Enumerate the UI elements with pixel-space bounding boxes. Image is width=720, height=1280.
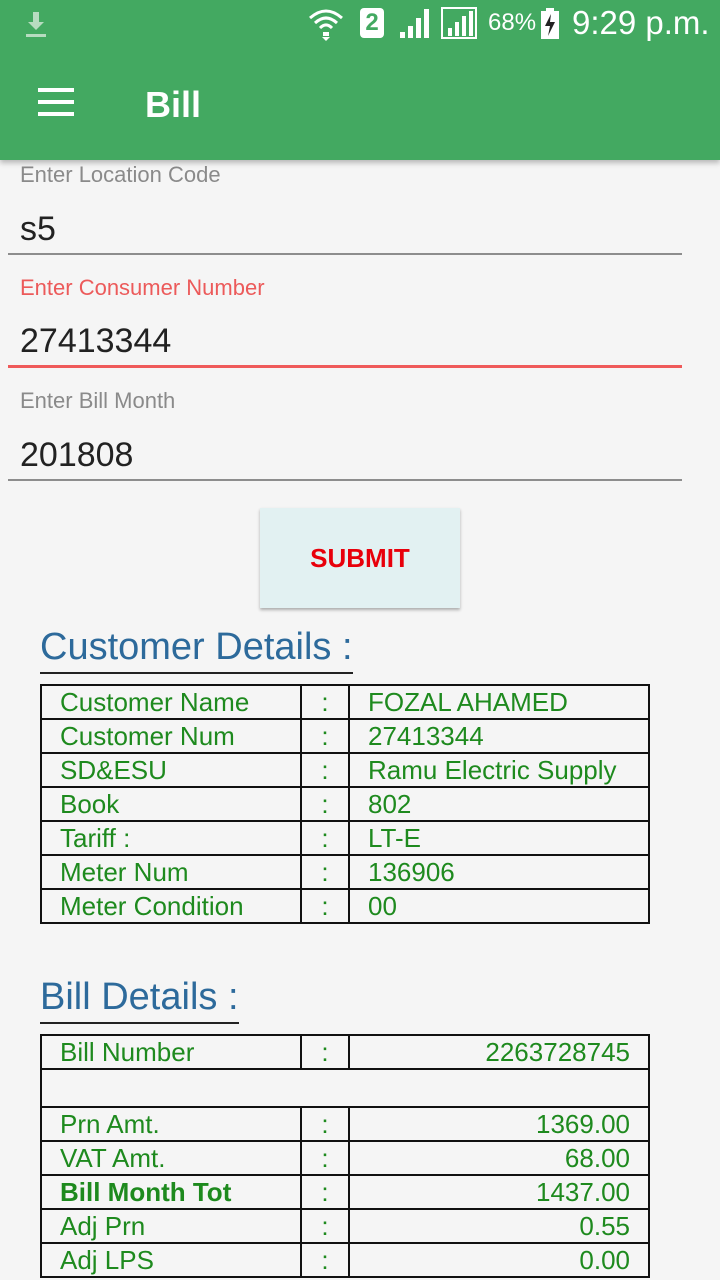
consumer-number-input[interactable] (8, 318, 682, 368)
row-separator: : (300, 1034, 350, 1070)
table-row: Bill Number : 2263728745 (40, 1034, 650, 1070)
table-row: Prn Amt. : 1369.00 (40, 1106, 650, 1142)
row-label: SD&ESU (40, 752, 302, 788)
download-icon (26, 12, 46, 37)
row-label: Adj LPS (40, 1242, 302, 1278)
row-label: Book (40, 786, 302, 822)
row-value: 27413344 (348, 718, 650, 754)
table-row: Adj LPS : 0.00 (40, 1242, 650, 1278)
submit-button[interactable]: SUBMIT (260, 508, 460, 608)
row-separator: : (300, 1242, 350, 1278)
row-value: 1437.00 (348, 1174, 650, 1210)
row-label: Bill Month Tot (40, 1174, 302, 1210)
customer-details-table: Customer Name : FOZAL AHAMED Customer Nu… (40, 684, 650, 924)
bill-month-label: Enter Bill Month (20, 388, 176, 413)
row-value: 2263728745 (348, 1034, 650, 1070)
clock: 9:29 p.m. (572, 4, 710, 41)
location-code-input[interactable] (8, 205, 682, 255)
table-row: Adj Prn : 0.55 (40, 1208, 650, 1244)
table-row: Book : 802 (40, 786, 650, 822)
table-row: Bill Month Tot : 1437.00 (40, 1174, 650, 1210)
row-label: Prn Amt. (40, 1106, 302, 1142)
battery-percent: 68% (488, 9, 537, 36)
table-row: Tariff : : LT-E (40, 820, 650, 856)
table-row: Meter Condition : 00 (40, 888, 650, 924)
row-value: LT-E (348, 820, 650, 856)
row-label: VAT Amt. (40, 1140, 302, 1176)
row-separator: : (300, 1174, 350, 1210)
row-value: Ramu Electric Supply (348, 752, 650, 788)
table-row: Customer Name : FOZAL AHAMED (40, 684, 650, 720)
row-value: FOZAL AHAMED (348, 684, 650, 720)
bill-month-input[interactable] (8, 431, 682, 481)
blank-cell (40, 1068, 650, 1108)
customer-details-heading: Customer Details : (40, 626, 353, 674)
row-label: Customer Name (40, 684, 302, 720)
row-separator: : (300, 752, 350, 788)
row-label: Tariff : (40, 820, 302, 856)
row-value: 0.00 (348, 1242, 650, 1278)
table-row: Meter Num : 136906 (40, 854, 650, 890)
bill-details-heading: Bill Details : (40, 976, 239, 1024)
app-bar: 2 68% 9:29 p.m. Bill (0, 0, 720, 160)
table-row-blank (40, 1068, 650, 1108)
row-separator: : (300, 888, 350, 924)
row-separator: : (300, 1140, 350, 1176)
row-value: 1369.00 (348, 1106, 650, 1142)
row-separator: : (300, 820, 350, 856)
row-separator: : (300, 854, 350, 890)
page-title: Bill (145, 84, 202, 125)
table-row: VAT Amt. : 68.00 (40, 1140, 650, 1176)
row-value: 802 (348, 786, 650, 822)
bill-details-table: Bill Number : 2263728745 Prn Amt. : 1369… (40, 1034, 650, 1278)
row-label: Customer Num (40, 718, 302, 754)
row-label: Bill Number (40, 1034, 302, 1070)
row-label: Adj Prn (40, 1208, 302, 1244)
row-value: 68.00 (348, 1140, 650, 1176)
row-value: 0.55 (348, 1208, 650, 1244)
menu-icon[interactable] (30, 86, 80, 122)
status-bar: 2 68% 9:29 p.m. (0, 0, 720, 48)
signal-icon (400, 9, 429, 38)
consumer-number-label: Enter Consumer Number (20, 275, 265, 300)
row-label: Meter Condition (40, 888, 302, 924)
signal-strength-icon (441, 7, 477, 39)
row-separator: : (300, 718, 350, 754)
row-label: Meter Num (40, 854, 302, 890)
row-separator: : (300, 1106, 350, 1142)
row-separator: : (300, 786, 350, 822)
table-row: SD&ESU : Ramu Electric Supply (40, 752, 650, 788)
wifi-icon (309, 9, 343, 41)
location-code-label: Enter Location Code (20, 162, 221, 187)
row-separator: : (300, 684, 350, 720)
row-value: 136906 (348, 854, 650, 890)
table-row: Customer Num : 27413344 (40, 718, 650, 754)
row-value: 00 (348, 888, 650, 924)
row-separator: : (300, 1208, 350, 1244)
battery-charging-icon (541, 8, 559, 39)
sim-icon: 2 (360, 8, 384, 38)
